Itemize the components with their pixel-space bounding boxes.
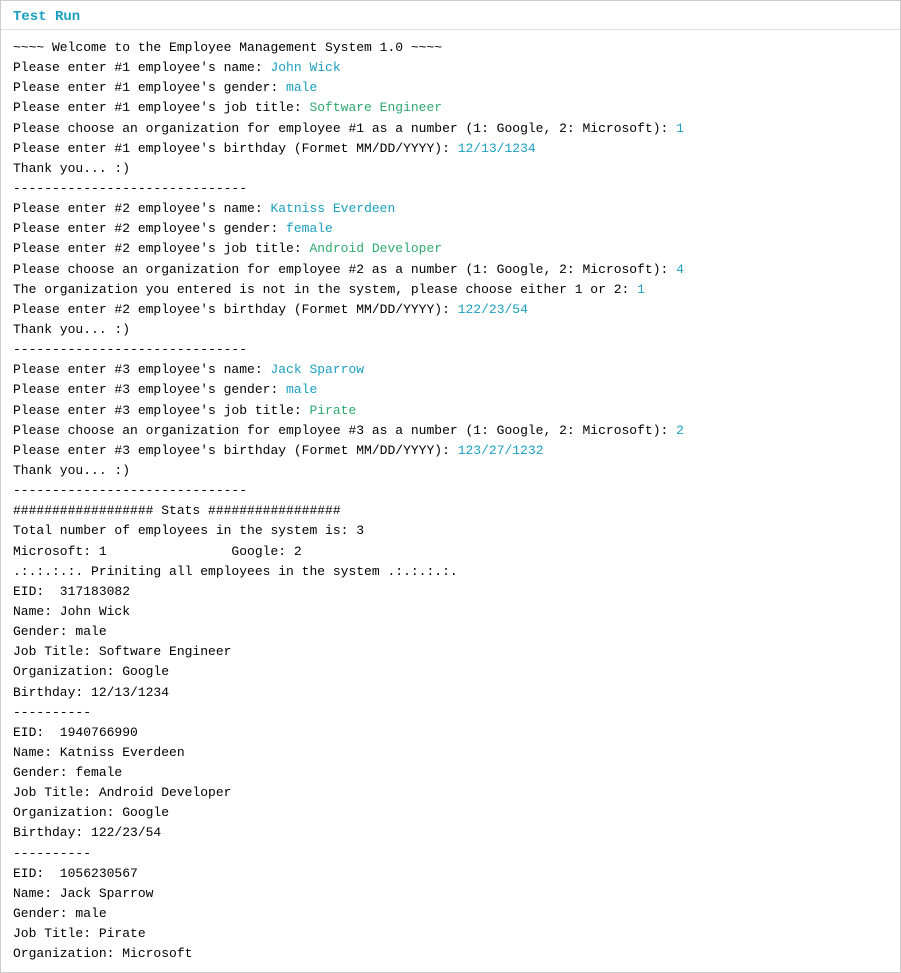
- output-line: Name: John Wick: [13, 602, 888, 622]
- line-prefix: Please choose an organization for employ…: [13, 262, 676, 277]
- output-line: Gender: male: [13, 904, 888, 924]
- output-line: .:.:.:.:. Priniting all employees in the…: [13, 562, 888, 582]
- line-value: 1: [637, 282, 645, 297]
- line-prefix: Please enter #1 employee's name:: [13, 60, 270, 75]
- output-line: ------------------------------: [13, 481, 888, 501]
- line-value: John Wick: [270, 60, 340, 75]
- output-line: Please enter #3 employee's job title: Pi…: [13, 401, 888, 421]
- output-line: Name: Jack Sparrow: [13, 884, 888, 904]
- output-line: Job Title: Pirate: [13, 924, 888, 944]
- output-line: ------------------------------: [13, 179, 888, 199]
- line-value: Software Engineer: [309, 100, 442, 115]
- line-value: Katniss Everdeen: [270, 201, 395, 216]
- line-value: 1: [676, 121, 684, 136]
- output-line: The organization you entered is not in t…: [13, 280, 888, 300]
- output-line: Please enter #1 employee's gender: male: [13, 78, 888, 98]
- output-line: Please enter #1 employee's job title: So…: [13, 98, 888, 118]
- output-line: Birthday: 12/13/1234: [13, 683, 888, 703]
- line-prefix: The organization you entered is not in t…: [13, 282, 637, 297]
- output-line: Please enter #2 employee's birthday (For…: [13, 300, 888, 320]
- output-line: EID: 317183082: [13, 582, 888, 602]
- line-value: 12/13/1234: [458, 141, 536, 156]
- output-line: Job Title: Android Developer: [13, 783, 888, 803]
- main-window: Test Run ~~~~ Welcome to the Employee Ma…: [0, 0, 901, 973]
- output-line: EID: 1056230567: [13, 864, 888, 884]
- output-line: Please enter #3 employee's birthday (For…: [13, 441, 888, 461]
- line-prefix: Please enter #3 employee's birthday (For…: [13, 443, 458, 458]
- output-line: Please enter #3 employee's gender: male: [13, 380, 888, 400]
- line-prefix: Please enter #3 employee's gender:: [13, 382, 286, 397]
- line-value: 4: [676, 262, 684, 277]
- output-line: Gender: female: [13, 763, 888, 783]
- output-line: Birthday: 122/23/54: [13, 823, 888, 843]
- line-value: female: [286, 221, 333, 236]
- line-value: male: [286, 80, 317, 95]
- line-prefix: Please choose an organization for employ…: [13, 423, 676, 438]
- output-line: Thank you... :): [13, 320, 888, 340]
- output-line: Please choose an organization for employ…: [13, 421, 888, 441]
- output-line: Please choose an organization for employ…: [13, 260, 888, 280]
- line-value: Pirate: [309, 403, 356, 418]
- line-prefix: Please enter #2 employee's name:: [13, 201, 270, 216]
- line-prefix: Please enter #3 employee's name:: [13, 362, 270, 377]
- output-line: Please enter #1 employee's birthday (For…: [13, 139, 888, 159]
- line-prefix: Please enter #2 employee's birthday (For…: [13, 302, 458, 317]
- output-line: Thank you... :): [13, 159, 888, 179]
- output-line: EID: 1940766990: [13, 723, 888, 743]
- line-prefix: Please choose an organization for employ…: [13, 121, 676, 136]
- line-prefix: Please enter #3 employee's job title:: [13, 403, 309, 418]
- line-prefix: Please enter #1 employee's birthday (For…: [13, 141, 458, 156]
- line-prefix: Please enter #2 employee's gender:: [13, 221, 286, 236]
- output-line: Name: Katniss Everdeen: [13, 743, 888, 763]
- output-line: Organization: Google: [13, 803, 888, 823]
- output-line: Microsoft: 1 Google: 2: [13, 542, 888, 562]
- output-line: Thank you... :): [13, 461, 888, 481]
- output-line: ----------: [13, 844, 888, 864]
- line-value: 123/27/1232: [458, 443, 544, 458]
- output-line: ------------------------------: [13, 340, 888, 360]
- line-value: male: [286, 382, 317, 397]
- output-line: ----------: [13, 703, 888, 723]
- output-line: Please enter #2 employee's gender: femal…: [13, 219, 888, 239]
- output-line: ~~~~ Welcome to the Employee Management …: [13, 38, 888, 58]
- output-line: Job Title: Software Engineer: [13, 642, 888, 662]
- line-value: Android Developer: [309, 241, 442, 256]
- output-line: Please enter #2 employee's job title: An…: [13, 239, 888, 259]
- title-bar: Test Run: [1, 1, 900, 30]
- output-line: Please choose an organization for employ…: [13, 119, 888, 139]
- line-prefix: Please enter #2 employee's job title:: [13, 241, 309, 256]
- output-line: Please enter #2 employee's name: Katniss…: [13, 199, 888, 219]
- line-value: Jack Sparrow: [270, 362, 364, 377]
- output-line: Please enter #3 employee's name: Jack Sp…: [13, 360, 888, 380]
- line-value: 2: [676, 423, 684, 438]
- output-line: Total number of employees in the system …: [13, 521, 888, 541]
- line-prefix: Please enter #1 employee's job title:: [13, 100, 309, 115]
- output-line: ################## Stats ###############…: [13, 501, 888, 521]
- output-line: Please enter #1 employee's name: John Wi…: [13, 58, 888, 78]
- output-line: Gender: male: [13, 622, 888, 642]
- output-line: Organization: Google: [13, 662, 888, 682]
- line-value: 122/23/54: [458, 302, 528, 317]
- output-area: ~~~~ Welcome to the Employee Management …: [1, 30, 900, 972]
- output-line: Organization: Microsoft: [13, 944, 888, 964]
- window-title: Test Run: [13, 9, 80, 25]
- line-prefix: Please enter #1 employee's gender:: [13, 80, 286, 95]
